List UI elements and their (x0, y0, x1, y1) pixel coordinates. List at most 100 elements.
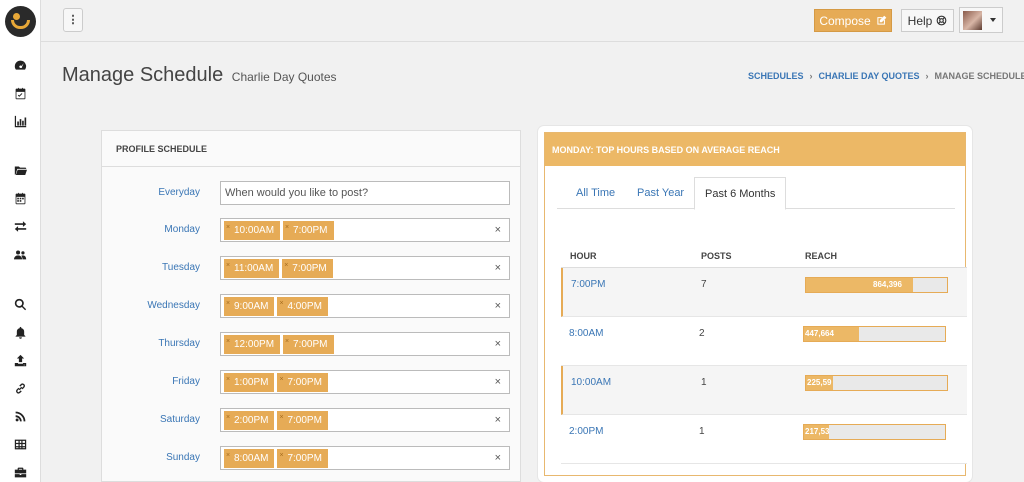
time-tag[interactable]: 7:00PM (283, 334, 334, 354)
exchange-icon[interactable] (12, 218, 28, 234)
vertical-dots-icon: ⋮ (67, 13, 79, 26)
reach-bar: 447,664 (803, 326, 946, 342)
more-menu-button[interactable]: ⋮ (63, 8, 83, 32)
time-tag[interactable]: 11:00AM (224, 258, 280, 278)
page-title: Manage Schedule Charlie Day Quotes (62, 64, 337, 87)
reach-value: 447,664 (805, 329, 834, 338)
schedule-row-everyday: Everyday When would you like to post? (102, 181, 522, 205)
time-tag[interactable]: 1:00PM (224, 372, 275, 392)
reach-bar: 217,53 (803, 424, 946, 440)
table-row: 2:00PM 1 217,53 (561, 415, 967, 464)
profile-schedule-panel: PROFILE SCHEDULE Everyday When would you… (101, 130, 521, 482)
compose-label: Compose (819, 13, 871, 28)
table-icon[interactable] (12, 436, 28, 452)
lifebuoy-icon (936, 15, 947, 26)
reach-bar: 225,59 (805, 375, 948, 391)
clear-icon[interactable]: × (495, 300, 501, 312)
table-row: 10:00AM 1 225,59 (561, 366, 967, 415)
hour-cell[interactable]: 7:00PM (571, 279, 605, 290)
tab-past-6-months[interactable]: Past 6 Months (694, 177, 787, 210)
day-label: Thursday (158, 338, 200, 349)
reach-bar: 864,396 (805, 277, 948, 293)
tab-past-year[interactable]: Past Year (637, 177, 684, 209)
app-logo[interactable] (5, 6, 36, 37)
calendar-icon[interactable] (12, 190, 28, 206)
schedule-row-monday: Monday 10:00AM 7:00PM × (102, 218, 522, 242)
hour-cell[interactable]: 10:00AM (571, 377, 611, 388)
posts-cell: 7 (701, 279, 707, 290)
page-subtitle: Charlie Day Quotes (231, 70, 337, 84)
day-label: Wednesday (147, 300, 200, 311)
clear-icon[interactable]: × (495, 224, 501, 236)
time-select[interactable]: 8:00AM 7:00PM × (220, 446, 510, 470)
link-icon[interactable] (12, 380, 28, 396)
schedule-row-wednesday: Wednesday 9:00AM 4:00PM × (102, 294, 522, 318)
panel-title: PROFILE SCHEDULE (102, 131, 520, 167)
search-icon[interactable] (12, 296, 28, 312)
time-tag[interactable]: 7:00PM (277, 448, 328, 468)
time-select[interactable]: 10:00AM 7:00PM × (220, 218, 510, 242)
caret-down-icon (990, 18, 996, 22)
time-tag[interactable]: 7:00PM (277, 410, 328, 430)
user-menu-button[interactable] (959, 7, 1003, 33)
clear-icon[interactable]: × (495, 414, 501, 426)
bell-icon[interactable] (12, 324, 28, 340)
dashboard-icon[interactable] (12, 57, 28, 73)
time-tag[interactable]: 9:00AM (224, 296, 275, 316)
clear-icon[interactable]: × (495, 262, 501, 274)
sidebar (0, 0, 41, 482)
calendar-check-icon[interactable] (12, 85, 28, 101)
time-tag[interactable]: 7:00PM (282, 258, 333, 278)
top-bar: ⋮ Compose Help (41, 0, 1024, 42)
compose-button[interactable]: Compose (814, 9, 892, 32)
column-header-posts: POSTS (701, 251, 732, 261)
briefcase-icon[interactable] (12, 464, 28, 480)
breadcrumb-separator: › (925, 71, 929, 81)
schedule-row-friday: Friday 1:00PM 7:00PM × (102, 370, 522, 394)
reach-value: 225,59 (807, 378, 832, 387)
breadcrumb-separator: › (809, 71, 813, 81)
day-label: Tuesday (162, 262, 200, 273)
posts-cell: 2 (699, 328, 705, 339)
clear-icon[interactable]: × (495, 338, 501, 350)
top-hours-title: MONDAY: TOP HOURS BASED ON AVERAGE REACH (545, 133, 965, 166)
everyday-input[interactable]: When would you like to post? (220, 181, 510, 205)
time-tag[interactable]: 7:00PM (283, 220, 334, 240)
breadcrumb-profile[interactable]: CHARLIE DAY QUOTES (819, 71, 920, 81)
posts-cell: 1 (699, 426, 705, 437)
time-tag[interactable]: 7:00PM (277, 372, 328, 392)
time-tag[interactable]: 8:00AM (224, 448, 275, 468)
upload-icon[interactable] (12, 352, 28, 368)
table-row: 8:00AM 2 447,664 (561, 317, 967, 366)
hour-cell[interactable]: 8:00AM (569, 328, 603, 339)
bar-chart-icon[interactable] (12, 113, 28, 129)
column-header-hour: HOUR (570, 251, 597, 261)
top-hours-panel: MONDAY: TOP HOURS BASED ON AVERAGE REACH… (538, 126, 972, 482)
folder-icon[interactable] (12, 162, 28, 178)
tab-all-time[interactable]: All Time (576, 177, 615, 209)
time-tag[interactable]: 12:00PM (224, 334, 281, 354)
help-label: Help (907, 13, 933, 28)
rss-icon[interactable] (12, 408, 28, 424)
day-label: Saturday (159, 414, 200, 425)
clear-icon[interactable]: × (495, 376, 501, 388)
users-icon[interactable] (12, 246, 28, 262)
time-select[interactable]: 12:00PM 7:00PM × (220, 332, 510, 356)
time-select[interactable]: 9:00AM 4:00PM × (220, 294, 510, 318)
clear-icon[interactable]: × (495, 452, 501, 464)
time-select[interactable]: 2:00PM 7:00PM × (220, 408, 510, 432)
hour-cell[interactable]: 2:00PM (569, 426, 603, 437)
time-select[interactable]: 1:00PM 7:00PM × (220, 370, 510, 394)
time-tag[interactable]: 4:00PM (277, 296, 328, 316)
help-button[interactable]: Help (901, 9, 954, 32)
day-label: Monday (164, 224, 200, 235)
time-select[interactable]: 11:00AM 7:00PM × (220, 256, 510, 280)
breadcrumb-current: MANAGE SCHEDULE (934, 71, 1024, 81)
reach-value: 217,53 (805, 427, 830, 436)
time-tag[interactable]: 2:00PM (224, 410, 275, 430)
edit-icon (877, 15, 886, 25)
breadcrumb-schedules[interactable]: SCHEDULES (748, 71, 804, 81)
breadcrumb: SCHEDULES › CHARLIE DAY QUOTES › MANAGE SCHE… (748, 71, 1024, 81)
time-tag[interactable]: 10:00AM (224, 220, 281, 240)
day-label: Sunday (166, 452, 200, 463)
